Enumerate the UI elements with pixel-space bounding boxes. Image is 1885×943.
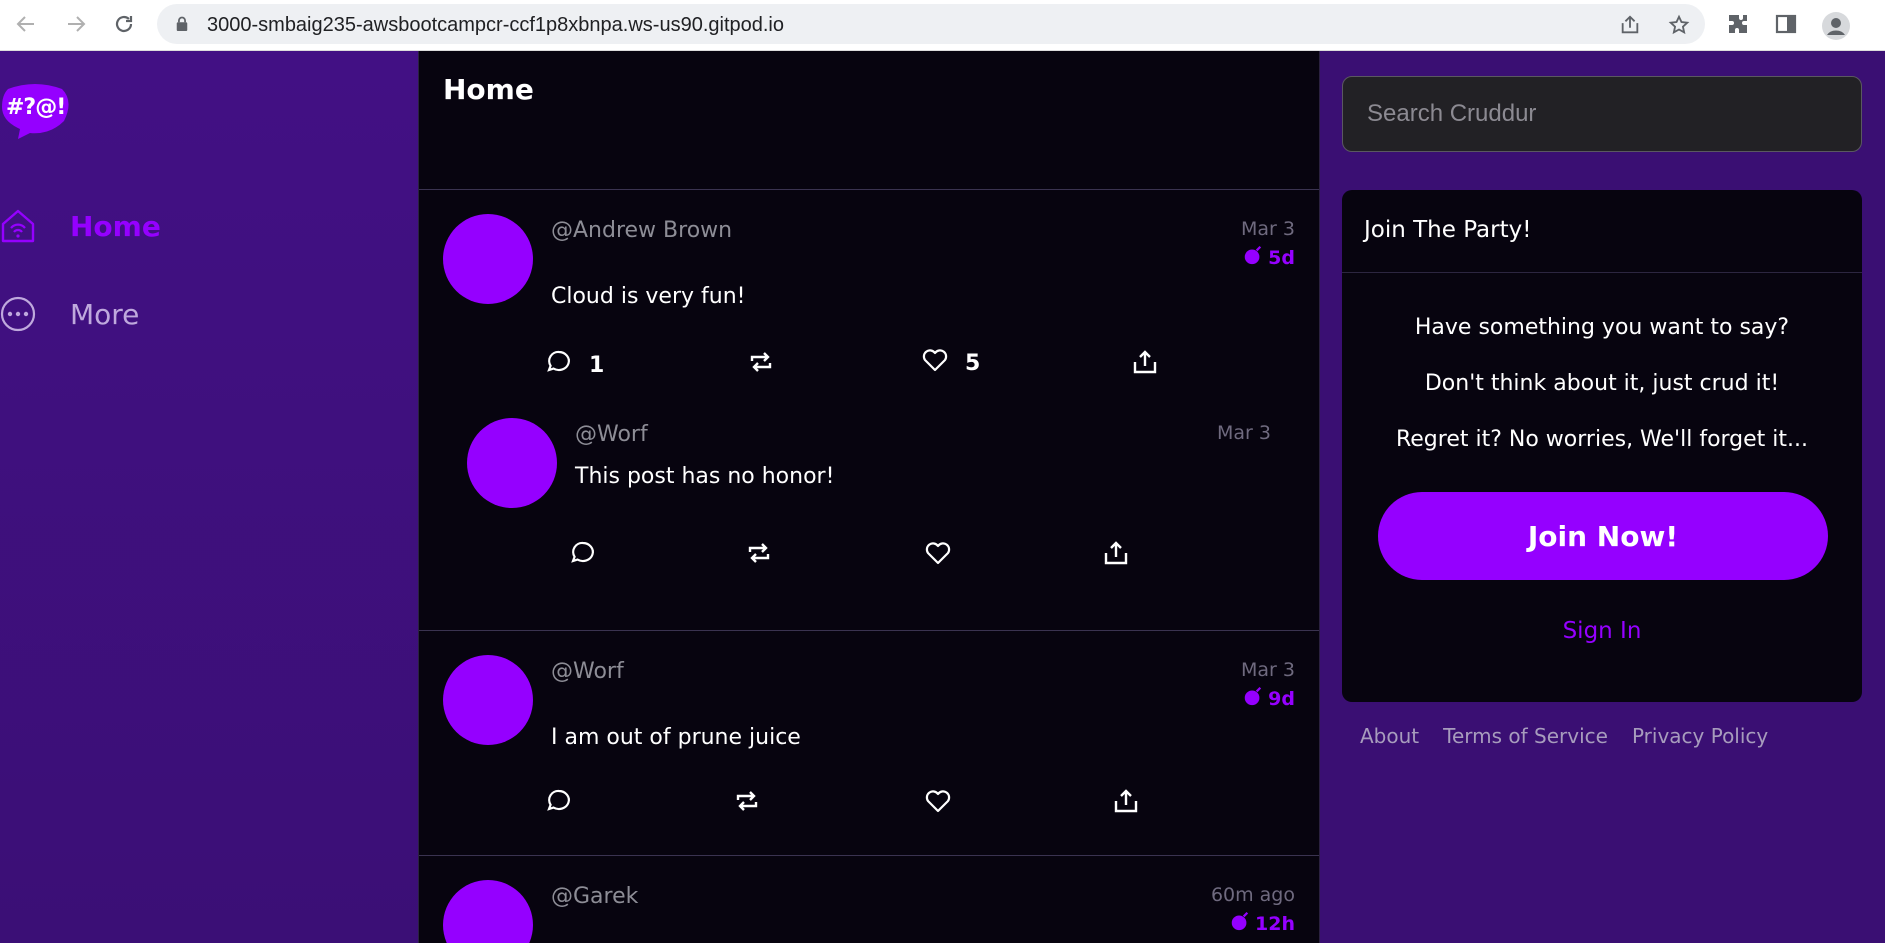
expires-text: 12h	[1255, 912, 1295, 935]
reply-button[interactable]	[569, 539, 597, 573]
share-icon	[1102, 539, 1130, 573]
sidebar-item-label: Home	[70, 209, 161, 243]
expires-text: 5d	[1268, 246, 1295, 269]
lock-icon	[175, 16, 189, 36]
share-icon	[1112, 787, 1140, 821]
reply-icon	[569, 539, 597, 573]
activity-item[interactable]: @Garek 60m ago 12h	[419, 856, 1319, 943]
post-date: Mar 3	[1217, 422, 1271, 444]
sidebar-item-label: More	[70, 297, 140, 331]
repost-button[interactable]	[733, 787, 761, 821]
expires-badge: 5d	[1242, 244, 1295, 271]
right-column: Join The Party! Have something you want …	[1318, 51, 1885, 943]
repost-icon	[745, 539, 773, 573]
side-panel-icon[interactable]	[1774, 12, 1798, 36]
bomb-icon	[1242, 244, 1264, 271]
footer-links: About Terms of Service Privacy Policy	[1360, 724, 1768, 748]
join-party-text: Have something you want to say?	[1414, 315, 1790, 340]
reply-icon	[545, 348, 573, 382]
url-text: 3000-smbaig235-awsbootcampcr-ccf1p8xbnpa…	[207, 14, 784, 36]
footer-link-terms[interactable]: Terms of Service	[1443, 724, 1608, 748]
back-arrow-icon[interactable]	[14, 12, 38, 36]
share-icon[interactable]	[1619, 14, 1641, 36]
repost-icon	[733, 787, 761, 821]
reply-count: 1	[589, 352, 605, 378]
join-party-box: Join The Party! Have something you want …	[1342, 190, 1862, 702]
home-icon	[0, 208, 36, 244]
activity-item[interactable]: @Worf Mar 3 9d I am out of prune juice	[419, 631, 1319, 856]
bomb-icon	[1242, 685, 1264, 712]
cruddur-app: #?@! Home More Home @Andrew Brown Mar 3 …	[0, 51, 1885, 943]
sidebar-item-home[interactable]: Home	[0, 201, 161, 251]
footer-link-privacy[interactable]: Privacy Policy	[1632, 724, 1768, 748]
join-now-button[interactable]: Join Now!	[1378, 492, 1828, 580]
post-date: 60m ago	[1210, 884, 1295, 906]
join-party-header: Join The Party!	[1342, 190, 1862, 273]
post-handle[interactable]: @Worf	[575, 422, 648, 447]
avatar[interactable]	[443, 655, 533, 745]
expires-badge: 9d	[1242, 685, 1295, 712]
post-handle[interactable]: @Worf	[551, 659, 624, 684]
reply-button[interactable]	[545, 787, 573, 821]
post-message: Cloud is very fun!	[551, 284, 746, 309]
post-message: I am out of prune juice	[551, 725, 801, 750]
avatar[interactable]	[467, 418, 557, 508]
heart-icon	[921, 346, 949, 380]
avatar[interactable]	[443, 880, 533, 943]
like-button[interactable]	[924, 787, 952, 821]
logo-text: #?@!	[6, 95, 66, 120]
browser-toolbar: 3000-smbaig235-awsbootcampcr-ccf1p8xbnpa…	[0, 0, 1885, 51]
post-date: Mar 3	[1241, 218, 1295, 240]
sidebar-item-more[interactable]: More	[0, 289, 139, 339]
like-count: 5	[965, 350, 981, 376]
like-button[interactable]: 5	[921, 346, 980, 380]
expires-text: 9d	[1268, 687, 1295, 710]
repost-icon	[747, 348, 775, 382]
post-message: This post has no honor!	[575, 464, 835, 489]
join-party-text: Don't think about it, just crud it!	[1424, 371, 1780, 396]
post-handle[interactable]: @Andrew Brown	[551, 218, 732, 243]
post-date: Mar 3	[1241, 659, 1295, 681]
join-party-title: Join The Party!	[1364, 217, 1532, 243]
sign-in-link[interactable]: Sign In	[1342, 618, 1862, 644]
cruddur-logo[interactable]: #?@!	[0, 81, 70, 139]
heart-icon	[924, 787, 952, 821]
reply-button[interactable]: 1	[545, 348, 604, 382]
expires-badge: 12h	[1229, 910, 1295, 937]
repost-button[interactable]	[745, 539, 773, 573]
page-title: Home	[443, 73, 534, 106]
forward-arrow-icon[interactable]	[64, 12, 88, 36]
footer-link-about[interactable]: About	[1360, 724, 1419, 748]
heart-icon	[924, 539, 952, 573]
share-button[interactable]	[1131, 348, 1159, 382]
sidebar: #?@! Home More	[0, 51, 418, 943]
reply-icon	[545, 787, 573, 821]
post-handle[interactable]: @Garek	[551, 884, 638, 909]
extensions-icon[interactable]	[1726, 12, 1750, 36]
bookmark-star-icon[interactable]	[1668, 14, 1690, 36]
join-party-text: Regret it? No worries, We'll forget it..…	[1395, 427, 1809, 452]
repost-button[interactable]	[747, 348, 775, 382]
profile-avatar-icon[interactable]	[1822, 12, 1850, 40]
feed: Home @Andrew Brown Mar 3 5d Cloud is ver…	[418, 51, 1320, 943]
like-button[interactable]	[924, 539, 952, 573]
search-input[interactable]	[1342, 76, 1862, 152]
feed-header: Home	[419, 51, 1319, 190]
bomb-icon	[1229, 910, 1251, 937]
activity-item[interactable]: @Andrew Brown Mar 3 5d Cloud is very fun…	[419, 190, 1319, 631]
address-bar[interactable]: 3000-smbaig235-awsbootcampcr-ccf1p8xbnpa…	[157, 4, 1705, 44]
share-icon	[1131, 348, 1159, 382]
share-button[interactable]	[1102, 539, 1130, 573]
reload-icon[interactable]	[112, 12, 136, 36]
more-icon	[0, 296, 36, 332]
share-button[interactable]	[1112, 787, 1140, 821]
avatar[interactable]	[443, 214, 533, 304]
